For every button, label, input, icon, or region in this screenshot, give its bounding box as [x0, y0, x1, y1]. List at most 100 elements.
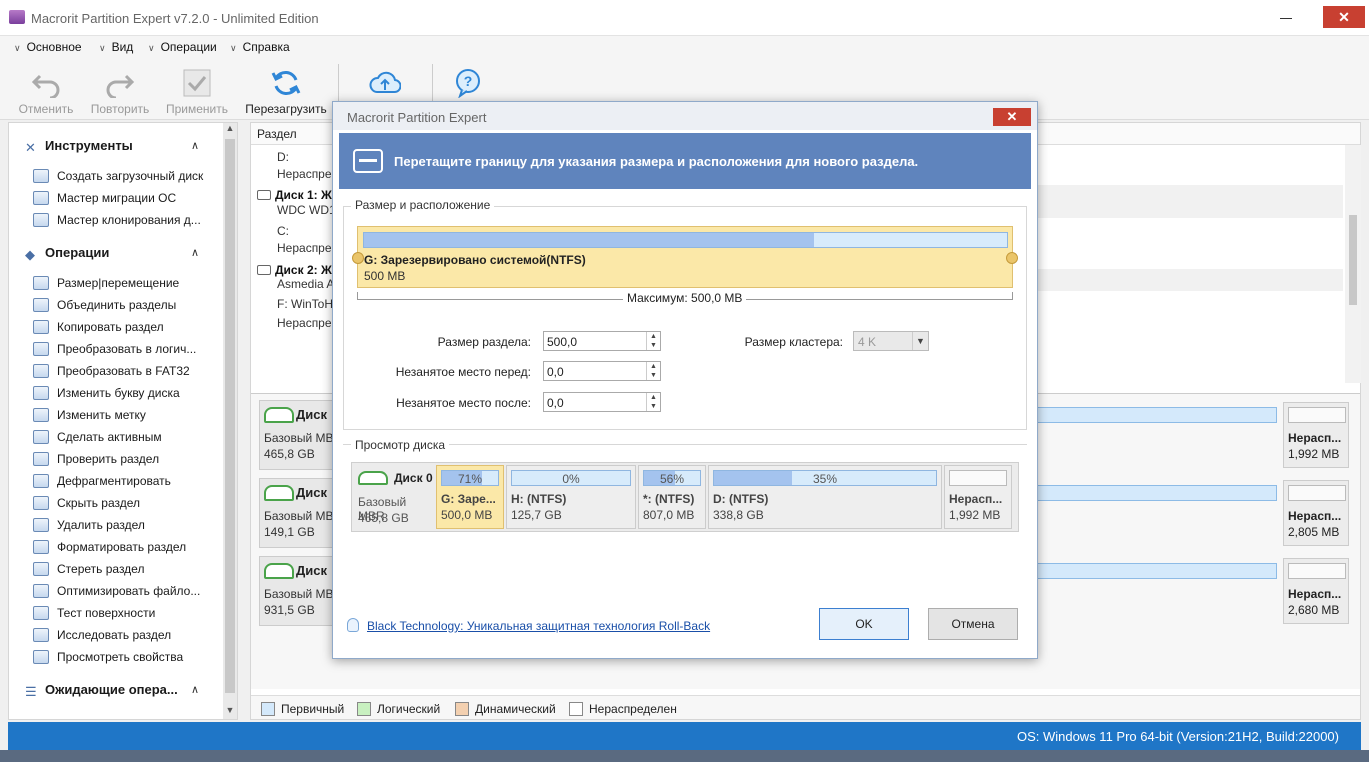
window-close-button[interactable]: ✕ [1323, 6, 1365, 28]
sidebar-item-operation[interactable]: Преобразовать в логич... [33, 342, 213, 356]
preview-partition[interactable]: 56% *: (NTFS) 807,0 MB [638, 465, 706, 529]
sidebar-item-operation[interactable]: Форматировать раздел [33, 540, 213, 554]
unallocated-card[interactable]: Нерасп... 1,992 MB [1283, 402, 1349, 468]
dialog-titlebar[interactable]: Macrorit Partition Expert ✕ [333, 102, 1037, 130]
sidebar-item-operation[interactable]: Изменить метку [33, 408, 213, 422]
preview-partition-bar: 0% [511, 470, 631, 486]
refresh-icon [271, 71, 301, 95]
sidebar-item-clone-wizard[interactable]: Мастер клонирования д... [33, 213, 213, 227]
scroll-thumb[interactable] [225, 139, 235, 693]
sidebar-item-operation[interactable]: Проверить раздел [33, 452, 213, 466]
scroll-down-icon[interactable]: ▼ [223, 705, 237, 719]
preview-partition[interactable]: Нерасп... 1,992 MB [944, 465, 1012, 529]
partition-row[interactable]: Нераспре [277, 241, 332, 255]
sidebar-item-os-migration[interactable]: Мастер миграции ОС [33, 191, 213, 205]
preview-partition[interactable]: 71% G: Заре... 500,0 MB [436, 465, 504, 529]
sidebar-item-operation[interactable]: Оптимизировать файло... [33, 584, 213, 598]
cancel-button[interactable]: Отмена [928, 608, 1018, 640]
preview-partition[interactable]: 0% H: (NTFS) 125,7 GB [506, 465, 636, 529]
menu-main[interactable]: ∨ Основное [14, 40, 82, 54]
preview-partition-name: Нерасп... [949, 492, 1003, 506]
spinner-arrows-icon[interactable]: ▲ ▼ [646, 362, 660, 380]
sidebar-section-operations[interactable]: ◆ Операции [25, 245, 109, 262]
partition-row[interactable]: WDC WD1 [277, 203, 336, 217]
scroll-thumb[interactable] [1349, 215, 1357, 305]
disk-preview-strip: Диск 0 Базовый MBR 465,8 GB 71% G: Заре..… [351, 462, 1019, 532]
unallocated-after-input[interactable]: 0,0 ▲ ▼ [543, 392, 661, 412]
disk-row[interactable]: Диск 2: Ж [257, 263, 332, 277]
legend-swatch [261, 702, 275, 716]
sidebar-item-operation[interactable]: Удалить раздел [33, 518, 213, 532]
redo-button[interactable]: Повторить [86, 60, 154, 118]
undo-button[interactable]: Отменить [14, 60, 78, 118]
unallocated-card[interactable]: Нерасп... 2,805 MB [1283, 480, 1349, 546]
collapse-up-icon[interactable]: ∧ [191, 139, 199, 152]
left-resize-handle[interactable] [352, 252, 364, 264]
partition-list-scrollbar[interactable] [1345, 145, 1361, 383]
hard-disk-icon [264, 485, 294, 501]
minimize-button[interactable] [1272, 4, 1302, 30]
partition-row[interactable]: Asmedia A [277, 277, 334, 291]
sidebar-item-operation[interactable]: Изменить букву диска [33, 386, 213, 400]
apply-button[interactable]: Применить [162, 60, 232, 118]
sidebar-item-operation[interactable]: Сделать активным [33, 430, 213, 444]
disk-card[interactable]: Диск Базовый MBI 465,8 GB [259, 400, 339, 470]
preview-partition-bar: 56% [643, 470, 701, 486]
sidebar-item-operation[interactable]: Дефрагментировать [33, 474, 213, 488]
right-resize-handle[interactable] [1006, 252, 1018, 264]
sidebar-item-operation[interactable]: Преобразовать в FAT32 [33, 364, 213, 378]
disk-card[interactable]: Диск Базовый MBI 931,5 GB [259, 556, 339, 626]
disk-type: Базовый MBI [264, 431, 337, 445]
disk-row[interactable]: Диск 1: Ж [257, 188, 332, 202]
collapse-up-icon[interactable]: ∧ [191, 683, 199, 696]
partition-bar[interactable] [1037, 563, 1277, 579]
preview-partition-bar: 71% [441, 470, 499, 486]
partition-bar[interactable] [1037, 407, 1277, 423]
legend-unallocated: Нераспределен [569, 702, 677, 716]
preview-partition-bar [949, 470, 1007, 486]
scroll-up-icon[interactable]: ▲ [223, 123, 237, 137]
partition-row[interactable]: F: WinToH [277, 297, 333, 311]
preview-partition[interactable]: 35% D: (NTFS) 338,8 GB [708, 465, 942, 529]
rollback-technology-link[interactable]: Black Technology: Уникальная защитная те… [367, 619, 710, 633]
sidebar-item-operation[interactable]: Скрыть раздел [33, 496, 213, 510]
menu-help[interactable]: ∨ Справка [230, 40, 290, 54]
operation-icon [33, 364, 49, 378]
sidebar-item-operation[interactable]: Копировать раздел [33, 320, 213, 334]
unallocated-card[interactable]: Нерасп... 2,680 MB [1283, 558, 1349, 624]
preview-partition-name: *: (NTFS) [643, 492, 695, 506]
dialog-close-button[interactable]: ✕ [993, 108, 1031, 126]
preview-partition-name: G: Заре... [441, 492, 496, 506]
menu-operations[interactable]: ∨ Операции [148, 40, 217, 54]
usb-icon [33, 169, 49, 183]
sidebar-item-operation[interactable]: Тест поверхности [33, 606, 213, 620]
preview-partition-percent: 0% [562, 472, 580, 486]
sidebar-item-operation[interactable]: Размер|перемещение [33, 276, 213, 290]
sidebar-scrollbar[interactable]: ▲ ▼ [223, 123, 237, 719]
sidebar-item-operation[interactable]: Объединить разделы [33, 298, 213, 312]
banner-text: Перетащите границу для указания размера … [394, 154, 919, 169]
menu-view[interactable]: ∨ Вид [99, 40, 133, 54]
sidebar-item-operation[interactable]: Исследовать раздел [33, 628, 213, 642]
collapse-up-icon[interactable]: ∧ [191, 246, 199, 259]
disk-card[interactable]: Диск Базовый MBI 149,1 GB [259, 478, 339, 548]
reload-button[interactable]: Перезагрузить [242, 60, 330, 118]
sidebar-item-create-boot-disk[interactable]: Создать загрузочный диск [33, 169, 213, 183]
hard-disk-icon [257, 190, 271, 200]
sidebar-section-pending[interactable]: ☰ Ожидающие опера... [25, 682, 178, 699]
spinner-arrows-icon[interactable]: ▲ ▼ [646, 332, 660, 350]
partition-bar[interactable] [1037, 485, 1277, 501]
unallocated-before-input[interactable]: 0,0 ▲ ▼ [543, 361, 661, 381]
sidebar-item-operation[interactable]: Просмотреть свойства [33, 650, 213, 664]
spinner-arrows-icon[interactable]: ▲ ▼ [646, 393, 660, 411]
sidebar-item-operation[interactable]: Стереть раздел [33, 562, 213, 576]
sidebar-section-tools[interactable]: ✕ Инструменты [25, 138, 133, 155]
partition-size-input[interactable]: 500,0 ▲ ▼ [543, 331, 661, 351]
partition-resize-box[interactable]: G: Зарезервировано системой(NTFS) 500 MB [357, 226, 1013, 288]
operation-icon [33, 430, 49, 444]
partition-row[interactable]: Нераспре [277, 167, 332, 181]
ok-button[interactable]: OK [819, 608, 909, 640]
partition-row[interactable]: C: [277, 224, 289, 238]
partition-row[interactable]: Нераспре [277, 316, 332, 330]
partition-row[interactable]: D: [277, 150, 289, 164]
